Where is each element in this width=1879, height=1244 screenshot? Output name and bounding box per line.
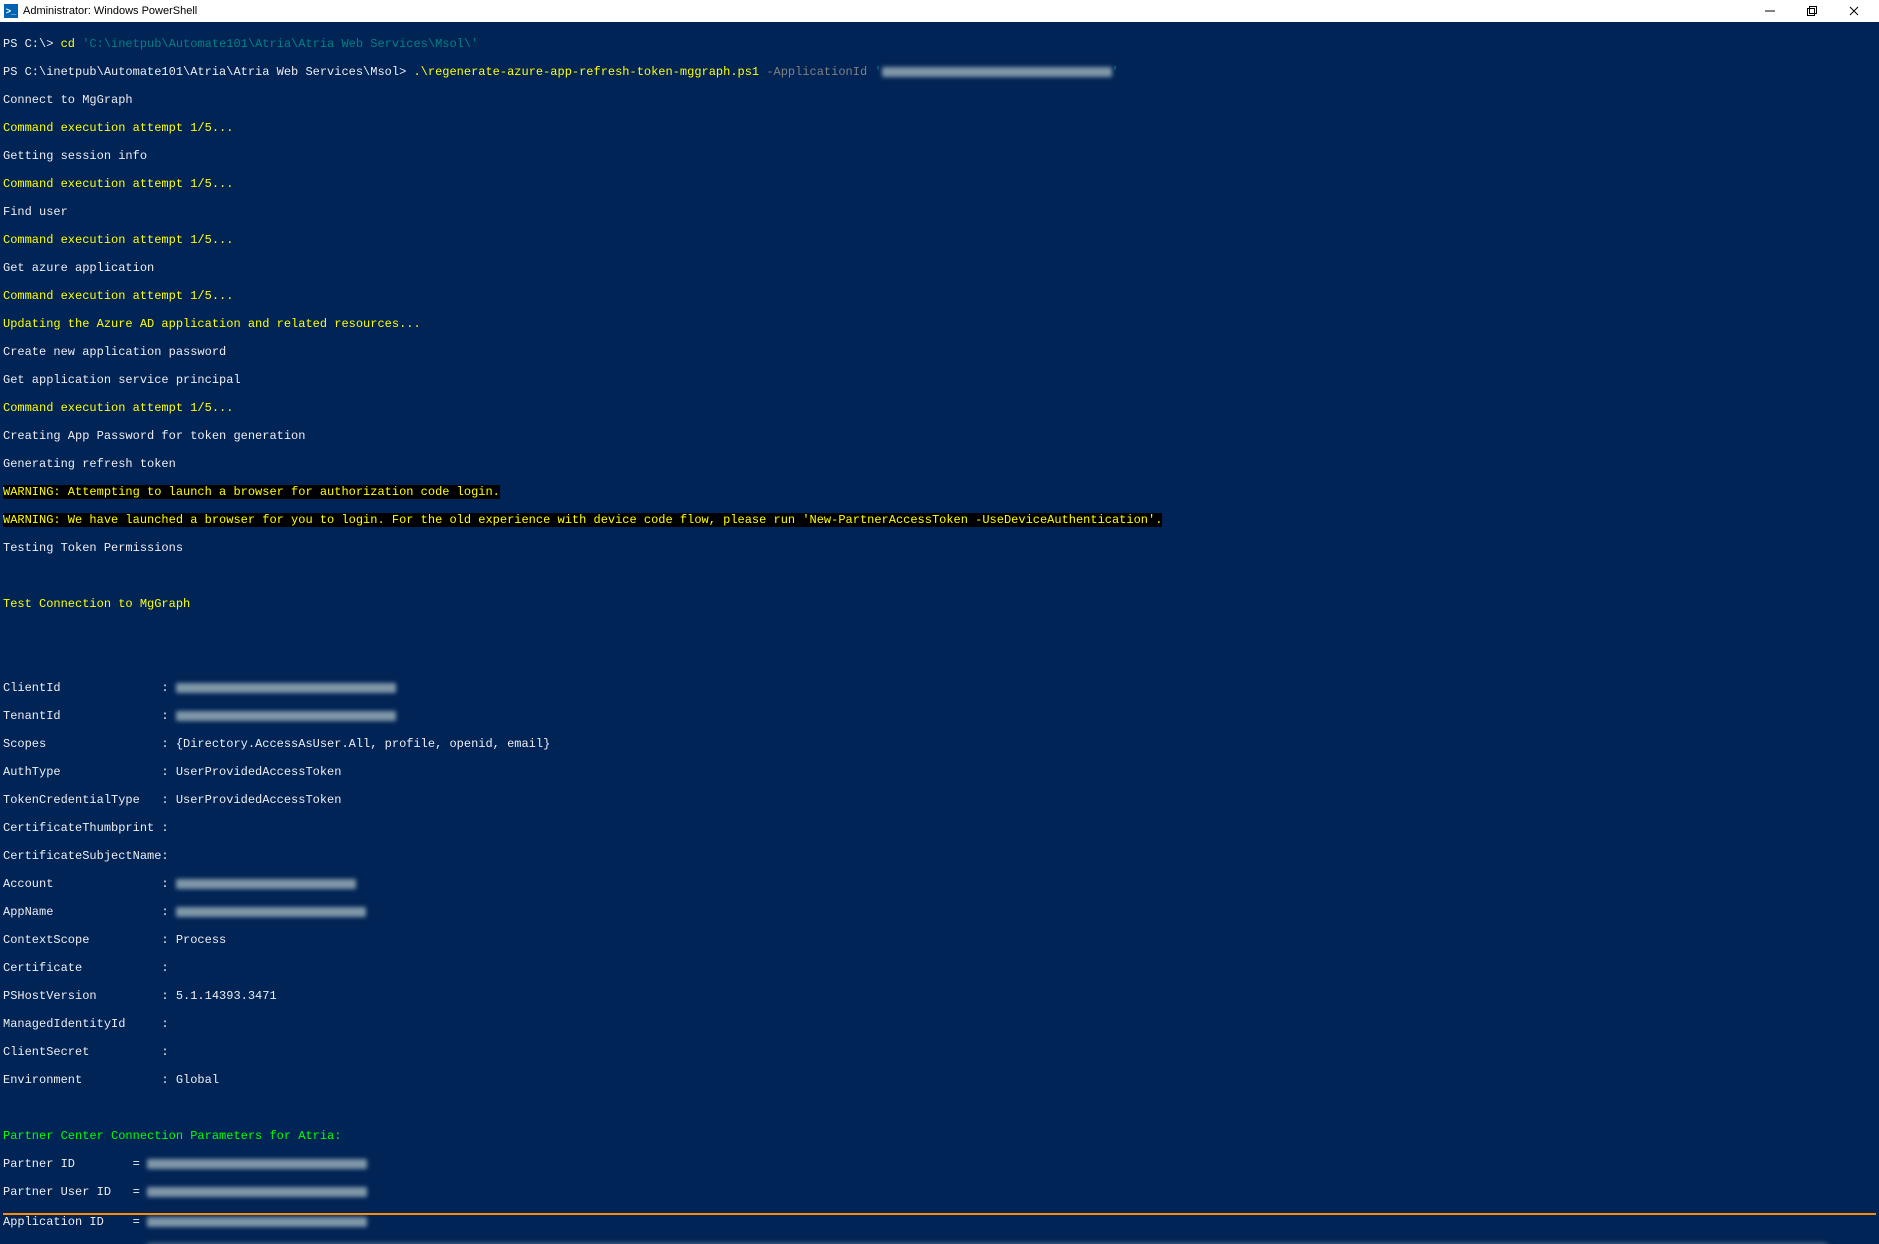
redacted-value <box>176 907 366 917</box>
redacted-value <box>176 683 396 693</box>
partner-header: Partner Center Connection Parameters for… <box>3 1129 1876 1143</box>
titlebar: >_ Administrator: Windows PowerShell <box>0 0 1879 22</box>
output-line: Connect to MgGraph <box>3 93 1876 107</box>
prop-value: Global <box>176 1073 219 1087</box>
powershell-icon: >_ <box>4 4 18 18</box>
partner-label: Application ID = <box>3 1215 147 1229</box>
prop-value: Process <box>176 933 226 947</box>
warning-line: WARNING: Attempting to launch a browser … <box>3 485 500 499</box>
prop-value: UserProvidedAccessToken <box>176 765 342 779</box>
output-line: Getting session info <box>3 149 1876 163</box>
close-button[interactable] <box>1833 0 1875 22</box>
partner-label: ApplicationSecret = <box>3 1243 147 1244</box>
output-line: Command execution attempt 1/5... <box>3 233 1876 247</box>
prop-label: AppName : <box>3 905 176 919</box>
terminal-output[interactable]: PS C:\> cd 'C:\inetpub\Automate101\Atria… <box>0 22 1879 1244</box>
prop-label: Environment : <box>3 1073 176 1087</box>
window-controls <box>1749 0 1875 22</box>
output-line: Updating the Azure AD application and re… <box>3 317 1876 331</box>
output-line: Create new application password <box>3 345 1876 359</box>
cmd-path: 'C:\inetpub\Automate101\Atria\Atria Web … <box>82 37 478 51</box>
prop-label: ClientSecret : <box>3 1045 169 1059</box>
redacted-value <box>176 711 396 721</box>
prop-label: CertificateSubjectName: <box>3 849 169 863</box>
partner-label: Partner ID = <box>3 1157 147 1171</box>
redacted-appid: xxxxxxxxxxxxxxxxxxxxxxxxxxxxxxxxxxxx <box>882 67 1112 77</box>
output-line: Get application service principal <box>3 373 1876 387</box>
prop-label: CertificateThumbprint : <box>3 821 169 835</box>
redacted-value <box>176 879 356 889</box>
cmd-param: -ApplicationId <box>759 65 874 79</box>
output-line: Generating refresh token <box>3 457 1876 471</box>
prompt: PS C:\inetpub\Automate101\Atria\Atria We… <box>3 65 413 79</box>
output-line: Command execution attempt 1/5... <box>3 289 1876 303</box>
prop-label: ContextScope : <box>3 933 176 947</box>
output-line: Test Connection to MgGraph <box>3 597 1876 611</box>
prop-label: ClientId : <box>3 681 176 695</box>
prompt: PS C:\> <box>3 37 61 51</box>
partner-label: Partner User ID = <box>3 1185 147 1199</box>
minimize-button[interactable] <box>1749 0 1791 22</box>
prop-label: Scopes : <box>3 737 176 751</box>
prop-value: UserProvidedAccessToken <box>176 793 342 807</box>
prop-label: Certificate : <box>3 961 169 975</box>
output-line: Creating App Password for token generati… <box>3 429 1876 443</box>
prop-value: 5.1.14393.3471 <box>176 989 277 1003</box>
output-line: Find user <box>3 205 1876 219</box>
redacted-value <box>147 1187 367 1197</box>
output-line: Testing Token Permissions <box>3 541 1876 555</box>
prop-label: ManagedIdentityId : <box>3 1017 169 1031</box>
output-line: Command execution attempt 1/5... <box>3 401 1876 415</box>
prop-label: PSHostVersion : <box>3 989 176 1003</box>
output-line: Command execution attempt 1/5... <box>3 177 1876 191</box>
prop-label: TokenCredentialType : <box>3 793 176 807</box>
output-line: Get azure application <box>3 261 1876 275</box>
prop-label: Account : <box>3 877 176 891</box>
prop-value: {Directory.AccessAsUser.All, profile, op… <box>176 737 550 751</box>
warning-line: WARNING: We have launched a browser for … <box>3 513 1162 527</box>
prop-label: AuthType : <box>3 765 176 779</box>
redacted-value <box>147 1217 367 1227</box>
window-title: Administrator: Windows PowerShell <box>23 4 197 18</box>
cmd-cd: cd <box>61 37 83 51</box>
prop-label: TenantId : <box>3 709 176 723</box>
redacted-value <box>147 1159 367 1169</box>
output-line: Command execution attempt 1/5... <box>3 121 1876 135</box>
maximize-button[interactable] <box>1791 0 1833 22</box>
cmd-script: .\regenerate-azure-app-refresh-token-mgg… <box>413 65 759 79</box>
